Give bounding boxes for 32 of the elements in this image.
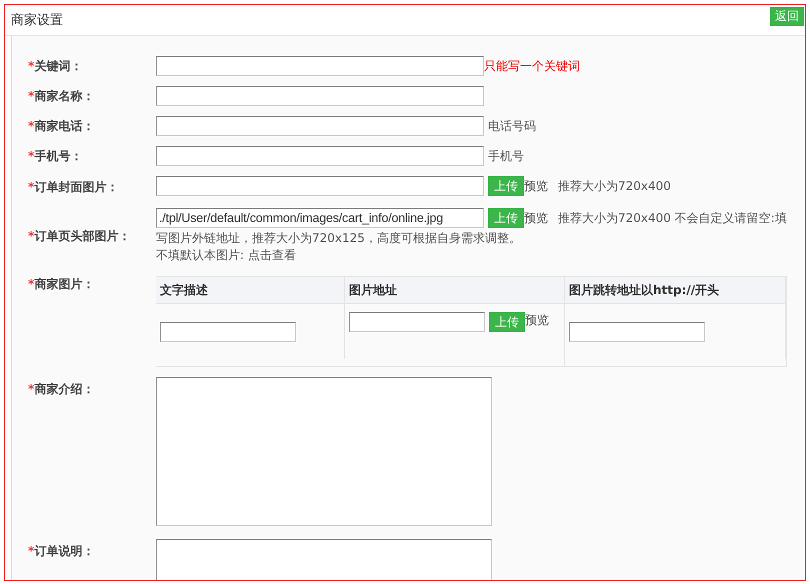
input-field[interactable]: ./tpl/User/default/common/images/cart_info/online.jpg bbox=[156, 208, 484, 228]
field-hint: 电话号码 bbox=[488, 118, 536, 134]
help-text: 不填默认本图片: 点击查看 bbox=[156, 247, 297, 264]
preview-link[interactable]: 预览 bbox=[524, 210, 548, 226]
field-hint: 只能写一个关键词 bbox=[484, 58, 580, 74]
field-hint: 手机号 bbox=[488, 148, 524, 164]
help-text: 写图片外链地址，推荐大小为720x125，高度可根据自身需求调整。 bbox=[156, 230, 522, 247]
input-field[interactable] bbox=[156, 176, 484, 196]
field-label: *商家图片： bbox=[27, 276, 96, 293]
input-field[interactable] bbox=[569, 322, 705, 342]
column-header: 文字描述 bbox=[156, 277, 345, 304]
input-field[interactable] bbox=[156, 56, 484, 76]
input-field[interactable] bbox=[156, 146, 484, 166]
field-hint: 推荐大小为720x400 不会自定义请留空:填 bbox=[558, 210, 787, 226]
input-field[interactable] bbox=[160, 322, 296, 342]
preview-link[interactable]: 预览 bbox=[525, 312, 549, 329]
field-label: *关键词： bbox=[27, 58, 84, 74]
input-field[interactable] bbox=[156, 86, 484, 106]
column-header: 图片地址 bbox=[345, 277, 565, 304]
field-label: *商家名称： bbox=[27, 88, 96, 104]
column-header: 图片跳转地址以http://开头 bbox=[565, 277, 786, 304]
field-label: *订单封面图片： bbox=[27, 178, 120, 196]
preview-link[interactable]: 预览 bbox=[524, 178, 548, 194]
field-label: *商家电话： bbox=[27, 118, 96, 134]
panel-title: 商家设置 bbox=[11, 12, 63, 29]
field-label: *商家介绍： bbox=[27, 381, 96, 398]
field-hint: 推荐大小为720x400 bbox=[558, 178, 671, 194]
input-field[interactable] bbox=[349, 312, 485, 332]
field-label: *手机号： bbox=[27, 148, 84, 164]
field-label: *订单说明： bbox=[27, 543, 96, 560]
input-field[interactable] bbox=[156, 116, 484, 136]
field-label: *订单页头部图片： bbox=[27, 228, 132, 244]
